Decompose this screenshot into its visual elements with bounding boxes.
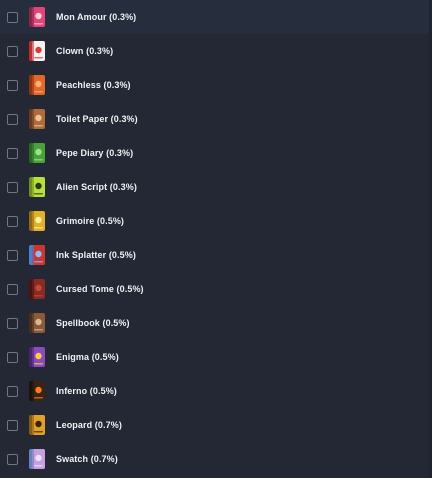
item-checkbox[interactable]: [7, 385, 18, 397]
list-item[interactable]: Mon Amour (0.3%): [0, 0, 432, 34]
item-label: Toilet Paper (0.3%): [56, 114, 138, 124]
item-checkbox[interactable]: [7, 249, 18, 261]
list-item[interactable]: Leopard (0.7%): [0, 408, 432, 442]
swatch-book-icon: [27, 448, 47, 470]
spellbook-book-icon: [27, 312, 47, 334]
item-label: Spellbook (0.5%): [56, 318, 130, 328]
toilet-paper-book-icon: [27, 108, 47, 130]
item-label: Swatch (0.7%): [56, 454, 118, 464]
item-checkbox[interactable]: [7, 215, 18, 227]
item-checkbox[interactable]: [7, 419, 18, 431]
collection-list: Mon Amour (0.3%) Clown (0.3%) Peachless (0…: [0, 0, 432, 478]
pepe-diary-book-icon: [27, 142, 47, 164]
list-item[interactable]: Grimoire (0.5%): [0, 204, 432, 238]
item-checkbox[interactable]: [7, 453, 18, 465]
item-checkbox[interactable]: [7, 283, 18, 295]
item-checkbox[interactable]: [7, 181, 18, 193]
list-item[interactable]: Toilet Paper (0.3%): [0, 102, 432, 136]
list-item[interactable]: Clown (0.3%): [0, 34, 432, 68]
list-item[interactable]: Enigma (0.5%): [0, 340, 432, 374]
item-label: Leopard (0.7%): [56, 420, 122, 430]
item-label: Alien Script (0.3%): [56, 182, 137, 192]
list-item[interactable]: Swatch (0.7%): [0, 442, 432, 476]
inferno-book-icon: [27, 380, 47, 402]
item-checkbox[interactable]: [7, 45, 18, 57]
list-item[interactable]: Pepe Diary (0.3%): [0, 136, 432, 170]
item-checkbox[interactable]: [7, 79, 18, 91]
item-checkbox[interactable]: [7, 351, 18, 363]
item-label: Cursed Tome (0.5%): [56, 284, 144, 294]
list-item[interactable]: Spellbook (0.5%): [0, 306, 432, 340]
item-checkbox[interactable]: [7, 11, 18, 23]
item-label: Mon Amour (0.3%): [56, 12, 137, 22]
list-item[interactable]: Ink Splatter (0.5%): [0, 238, 432, 272]
list-item[interactable]: Alien Script (0.3%): [0, 170, 432, 204]
item-label: Pepe Diary (0.3%): [56, 148, 134, 158]
alien-script-book-icon: [27, 176, 47, 198]
item-label: Peachless (0.3%): [56, 80, 131, 90]
leopard-book-icon: [27, 414, 47, 436]
list-item[interactable]: Inferno (0.5%): [0, 374, 432, 408]
item-checkbox[interactable]: [7, 113, 18, 125]
item-label: Clown (0.3%): [56, 46, 114, 56]
cursed-tome-book-icon: [27, 278, 47, 300]
peachless-book-icon: [27, 74, 47, 96]
item-label: Enigma (0.5%): [56, 352, 119, 362]
list-item[interactable]: Cursed Tome (0.5%): [0, 272, 432, 306]
clown-book-icon: [27, 40, 47, 62]
list-item[interactable]: Peachless (0.3%): [0, 68, 432, 102]
enigma-book-icon: [27, 346, 47, 368]
item-label: Grimoire (0.5%): [56, 216, 125, 226]
ink-splatter-book-icon: [27, 244, 47, 266]
item-checkbox[interactable]: [7, 317, 18, 329]
item-label: Ink Splatter (0.5%): [56, 250, 136, 260]
grimoire-book-icon: [27, 210, 47, 232]
item-label: Inferno (0.5%): [56, 386, 117, 396]
mon-amour-book-icon: [27, 6, 47, 28]
item-checkbox[interactable]: [7, 147, 18, 159]
